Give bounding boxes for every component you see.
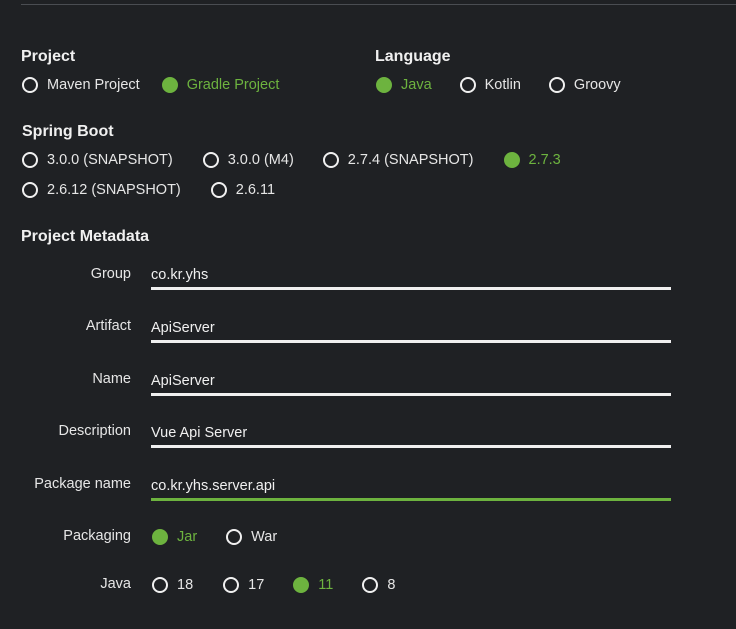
project-section-title: Project	[21, 48, 76, 65]
project-options: Maven Project Gradle Project	[22, 77, 279, 93]
radio-boot-2-6-12-snapshot[interactable]: 2.6.12 (SNAPSHOT)	[22, 182, 181, 198]
radio-jar[interactable]: Jar	[152, 529, 197, 545]
package-name-input[interactable]: co.kr.yhs.server.api	[151, 473, 671, 501]
artifact-label: Artifact	[85, 318, 131, 334]
radio-indicator	[22, 77, 38, 93]
description-input[interactable]: Vue Api Server	[151, 420, 671, 448]
group-input[interactable]: co.kr.yhs	[151, 262, 671, 290]
radio-indicator	[322, 152, 339, 168]
radio-indicator	[362, 577, 379, 593]
radio-java-11[interactable]: 11	[293, 577, 333, 593]
radio-indicator	[376, 77, 392, 93]
packaging-options: Jar War	[152, 529, 277, 545]
radio-java-17[interactable]: 17	[223, 577, 264, 593]
radio-indicator	[548, 77, 565, 93]
radio-indicator	[202, 152, 219, 168]
language-section-title: Language	[375, 48, 451, 65]
name-input[interactable]: ApiServer	[151, 368, 671, 396]
java-version-label: Java	[100, 576, 131, 592]
description-label: Description	[58, 423, 131, 439]
top-divider	[21, 4, 736, 5]
radio-indicator	[22, 152, 38, 168]
radio-indicator	[459, 77, 476, 93]
spring-boot-section-title: Spring Boot	[22, 123, 114, 140]
radio-java-8[interactable]: 8	[362, 577, 395, 593]
radio-indicator	[210, 182, 227, 198]
radio-boot-3-0-0-snapshot[interactable]: 3.0.0 (SNAPSHOT)	[22, 152, 173, 168]
radio-indicator	[22, 182, 38, 198]
metadata-section-title: Project Metadata	[21, 228, 150, 245]
radio-boot-2-6-11[interactable]: 2.6.11	[210, 182, 275, 198]
radio-java[interactable]: Java	[376, 77, 432, 93]
radio-war[interactable]: War	[226, 529, 277, 545]
spring-boot-options-row-2: 2.6.12 (SNAPSHOT) 2.6.11	[22, 182, 275, 198]
radio-indicator	[226, 529, 243, 545]
radio-indicator	[161, 77, 178, 93]
radio-boot-2-7-3[interactable]: 2.7.3	[503, 152, 561, 168]
package-name-label: Package name	[34, 476, 131, 492]
spring-boot-options-row-1: 3.0.0 (SNAPSHOT) 3.0.0 (M4) 2.7.4 (SNAPS…	[22, 152, 561, 168]
radio-indicator	[152, 577, 168, 593]
radio-indicator	[152, 529, 168, 545]
name-label: Name	[92, 371, 131, 387]
language-options: Java Kotlin Groovy	[376, 77, 621, 93]
artifact-input[interactable]: ApiServer	[151, 315, 671, 343]
radio-groovy[interactable]: Groovy	[548, 77, 621, 93]
radio-indicator	[503, 152, 520, 168]
radio-kotlin[interactable]: Kotlin	[459, 77, 521, 93]
packaging-label: Packaging	[63, 528, 131, 544]
radio-indicator	[223, 577, 240, 593]
radio-indicator	[293, 577, 310, 593]
group-label: Group	[90, 266, 131, 282]
radio-gradle-project[interactable]: Gradle Project	[161, 77, 279, 93]
radio-java-18[interactable]: 18	[152, 577, 193, 593]
java-version-options: 18 17 11 8	[152, 577, 395, 593]
radio-maven-project[interactable]: Maven Project	[22, 77, 140, 93]
radio-boot-3-0-0-m4[interactable]: 3.0.0 (M4)	[202, 152, 294, 168]
radio-boot-2-7-4-snapshot[interactable]: 2.7.4 (SNAPSHOT)	[322, 152, 474, 168]
